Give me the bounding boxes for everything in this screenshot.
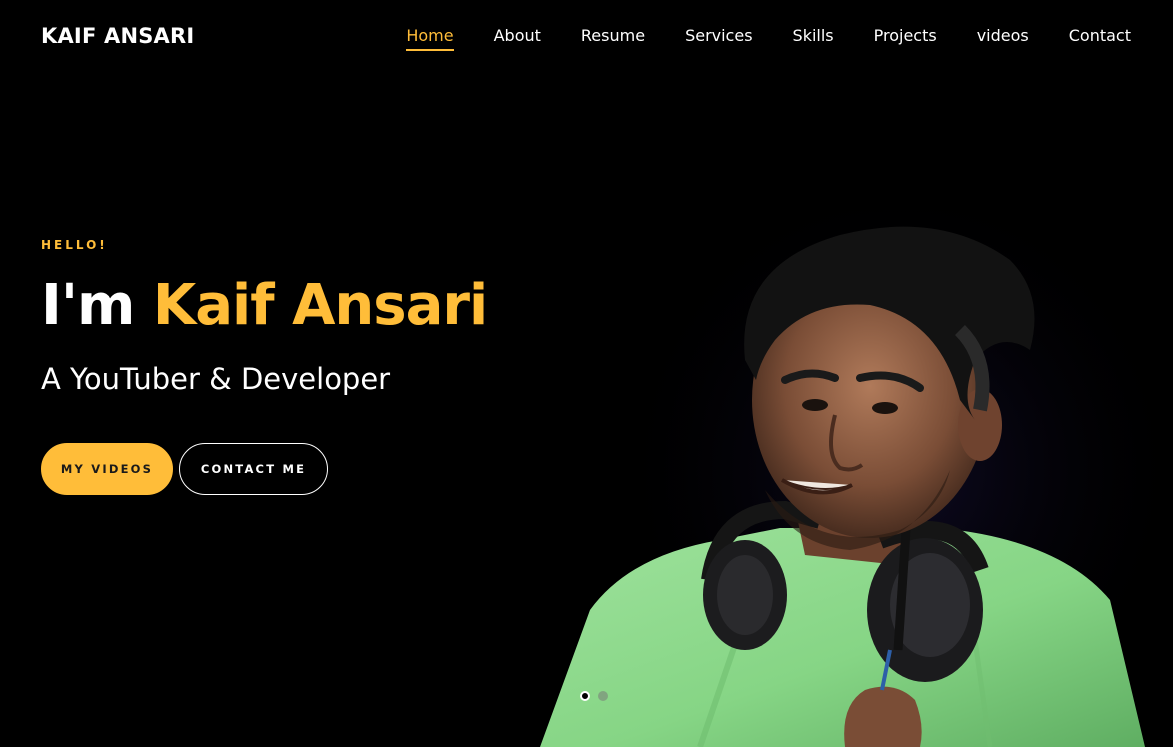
nav-item-contact[interactable]: Contact: [1069, 26, 1131, 51]
nav-item-resume[interactable]: Resume: [581, 26, 645, 51]
nav-item-videos[interactable]: videos: [977, 26, 1029, 51]
page: KAIF ANSARI Home About Resume Services S…: [0, 0, 1173, 747]
nav-item-services[interactable]: Services: [685, 26, 752, 51]
carousel-dot-2[interactable]: [598, 691, 608, 701]
headline-prefix: I'm: [41, 273, 135, 338]
contact-me-button[interactable]: CONTACT ME: [179, 443, 328, 495]
site-header: KAIF ANSARI Home About Resume Services S…: [0, 0, 1173, 75]
main-nav: Home About Resume Services Skills Projec…: [366, 26, 1131, 51]
nav-item-projects[interactable]: Projects: [874, 26, 937, 51]
my-videos-button[interactable]: MY VIDEOS: [41, 443, 173, 495]
hero-headline: I'm Kaif Ansari: [41, 273, 488, 338]
hero-buttons: MY VIDEOS CONTACT ME: [41, 443, 328, 495]
hero-subtitle: A YouTuber & Developer: [41, 362, 391, 396]
headline-name: Kaif Ansari: [152, 273, 488, 338]
hero-portrait: [540, 210, 1173, 747]
hero-greeting: HELLO!: [41, 238, 108, 252]
carousel-dots: [580, 691, 608, 701]
site-logo[interactable]: KAIF ANSARI: [41, 24, 194, 48]
carousel-dot-1[interactable]: [580, 691, 590, 701]
hero-text: HELLO! I'm Kaif Ansari A YouTuber & Deve…: [41, 238, 488, 396]
nav-item-skills[interactable]: Skills: [793, 26, 834, 51]
nav-item-home[interactable]: Home: [406, 26, 454, 51]
nav-item-about[interactable]: About: [494, 26, 541, 51]
